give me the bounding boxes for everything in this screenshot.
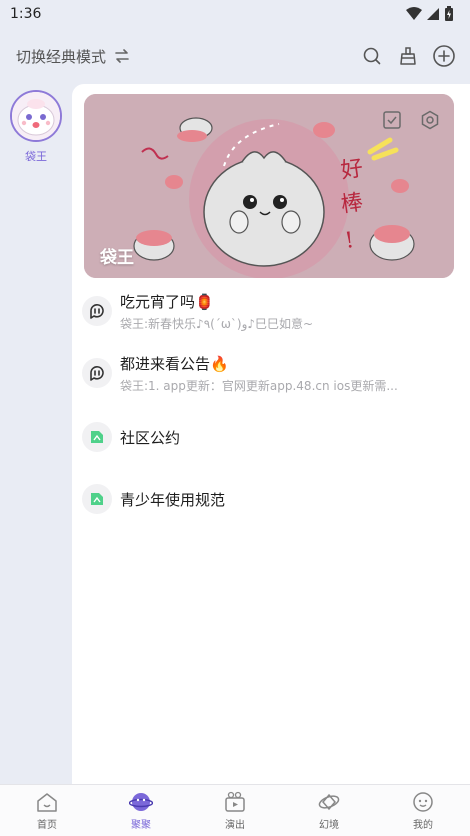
broom-icon: [400, 47, 416, 65]
wifi-icon: [406, 7, 422, 20]
tab-label: 演出: [225, 819, 245, 831]
clean-button[interactable]: [396, 44, 420, 68]
svg-text:棒: 棒: [339, 190, 364, 218]
search-icon: [363, 47, 381, 65]
channel-item[interactable]: 青少年使用规范: [82, 474, 458, 524]
orbit-icon: [318, 793, 340, 810]
server-banner[interactable]: 好 棒 ! 袋王: [84, 94, 454, 278]
add-button[interactable]: [432, 44, 456, 68]
tab-gathering[interactable]: 聚聚: [111, 791, 171, 831]
chat-channel-icon: [82, 296, 112, 326]
bottom-tab-bar: 首页 聚聚 演出 幻境 我的: [0, 784, 470, 836]
tab-shows[interactable]: 演出: [205, 791, 265, 831]
tab-label: 聚聚: [131, 819, 151, 831]
channel-item[interactable]: 都进来看公告🔥 袋王:1. app更新：官网更新app.48.cn ios更新需…: [82, 348, 458, 398]
checkin-icon[interactable]: [382, 110, 402, 130]
tab-home[interactable]: 首页: [17, 791, 77, 831]
settings-icon[interactable]: [420, 110, 440, 130]
add-icon: [433, 45, 455, 67]
tab-fantasy[interactable]: 幻境: [299, 791, 359, 831]
channel-item[interactable]: 社区公约: [82, 412, 458, 462]
channel-last-message: 袋王:1. app更新：官网更新app.48.cn ios更新需...: [120, 378, 398, 393]
server-avatar-image: [12, 92, 60, 140]
channel-emoji: 🏮: [195, 292, 214, 311]
status-time: 1:36: [10, 6, 42, 22]
swap-icon: [115, 49, 129, 63]
search-button[interactable]: [360, 44, 384, 68]
banner-server-name: 袋王: [100, 248, 134, 268]
switch-classic-mode-button[interactable]: 切换经典模式: [16, 46, 130, 67]
banner-actions: [382, 110, 440, 130]
tab-me[interactable]: 我的: [393, 791, 453, 831]
avatar: [10, 90, 62, 142]
document-channel-icon: [82, 484, 112, 514]
channel-title: 都进来看公告: [120, 354, 211, 373]
server-name: 袋王: [25, 150, 47, 163]
header-actions: [360, 44, 456, 68]
profile-icon: [413, 791, 433, 812]
channel-panel: 好 棒 ! 袋王 吃元宵了吗🏮 袋王:新春快乐♪٩(´ω`)و♪巳巳如意~ 都进…: [72, 84, 470, 784]
channel-title: 吃元宵了吗: [120, 292, 196, 311]
planet-icon: [129, 792, 153, 811]
channel-title: 社区公约: [120, 428, 181, 447]
tab-label: 我的: [413, 819, 433, 831]
tab-label: 幻境: [319, 819, 339, 831]
channel-last-message: 袋王:新春快乐♪٩(´ω`)و♪巳巳如意~: [120, 316, 314, 331]
channel-title: 青少年使用规范: [120, 490, 226, 509]
battery-icon: [445, 6, 453, 21]
tab-label: 首页: [37, 819, 57, 831]
header: 切换经典模式: [0, 36, 470, 76]
switch-classic-mode-label: 切换经典模式: [16, 47, 107, 66]
home-icon: [37, 792, 57, 812]
chat-channel-icon: [82, 358, 112, 388]
video-icon: [225, 791, 245, 812]
document-channel-icon: [82, 422, 112, 452]
channel-emoji: 🔥: [210, 354, 229, 373]
server-item[interactable]: 袋王: [10, 90, 62, 164]
channel-item[interactable]: 吃元宵了吗🏮 袋王:新春快乐♪٩(´ω`)و♪巳巳如意~: [82, 286, 458, 336]
server-sidebar: 袋王: [0, 84, 72, 784]
svg-text:好: 好: [339, 156, 364, 184]
status-bar: 1:36: [0, 0, 470, 28]
signal-icon: [427, 8, 439, 20]
status-icons: [406, 6, 454, 22]
